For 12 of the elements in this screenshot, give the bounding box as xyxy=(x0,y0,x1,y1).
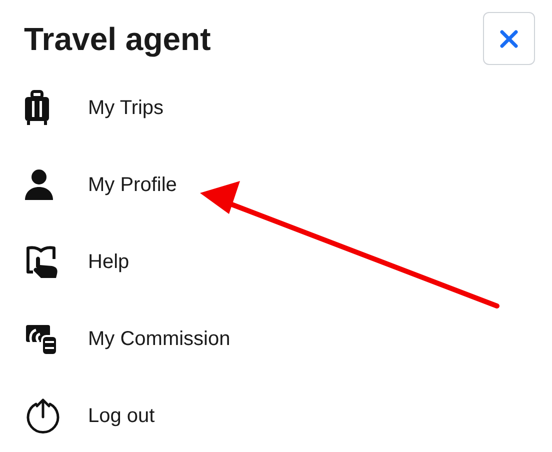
power-icon xyxy=(24,396,62,434)
person-icon xyxy=(24,168,54,200)
close-button[interactable] xyxy=(483,12,535,65)
menu-item[interactable]: Help xyxy=(88,246,130,276)
menu-title: Travel agent xyxy=(24,22,211,54)
menu-item[interactable]: My Commission xyxy=(88,324,230,354)
suitcase-icon xyxy=(24,90,50,126)
menu-item[interactable]: My Trips xyxy=(88,92,164,122)
hand-book-icon xyxy=(24,244,60,278)
close-icon xyxy=(499,28,519,48)
menu-item[interactable]: My Profile xyxy=(88,170,177,200)
menu-item[interactable]: Log out xyxy=(88,400,155,430)
